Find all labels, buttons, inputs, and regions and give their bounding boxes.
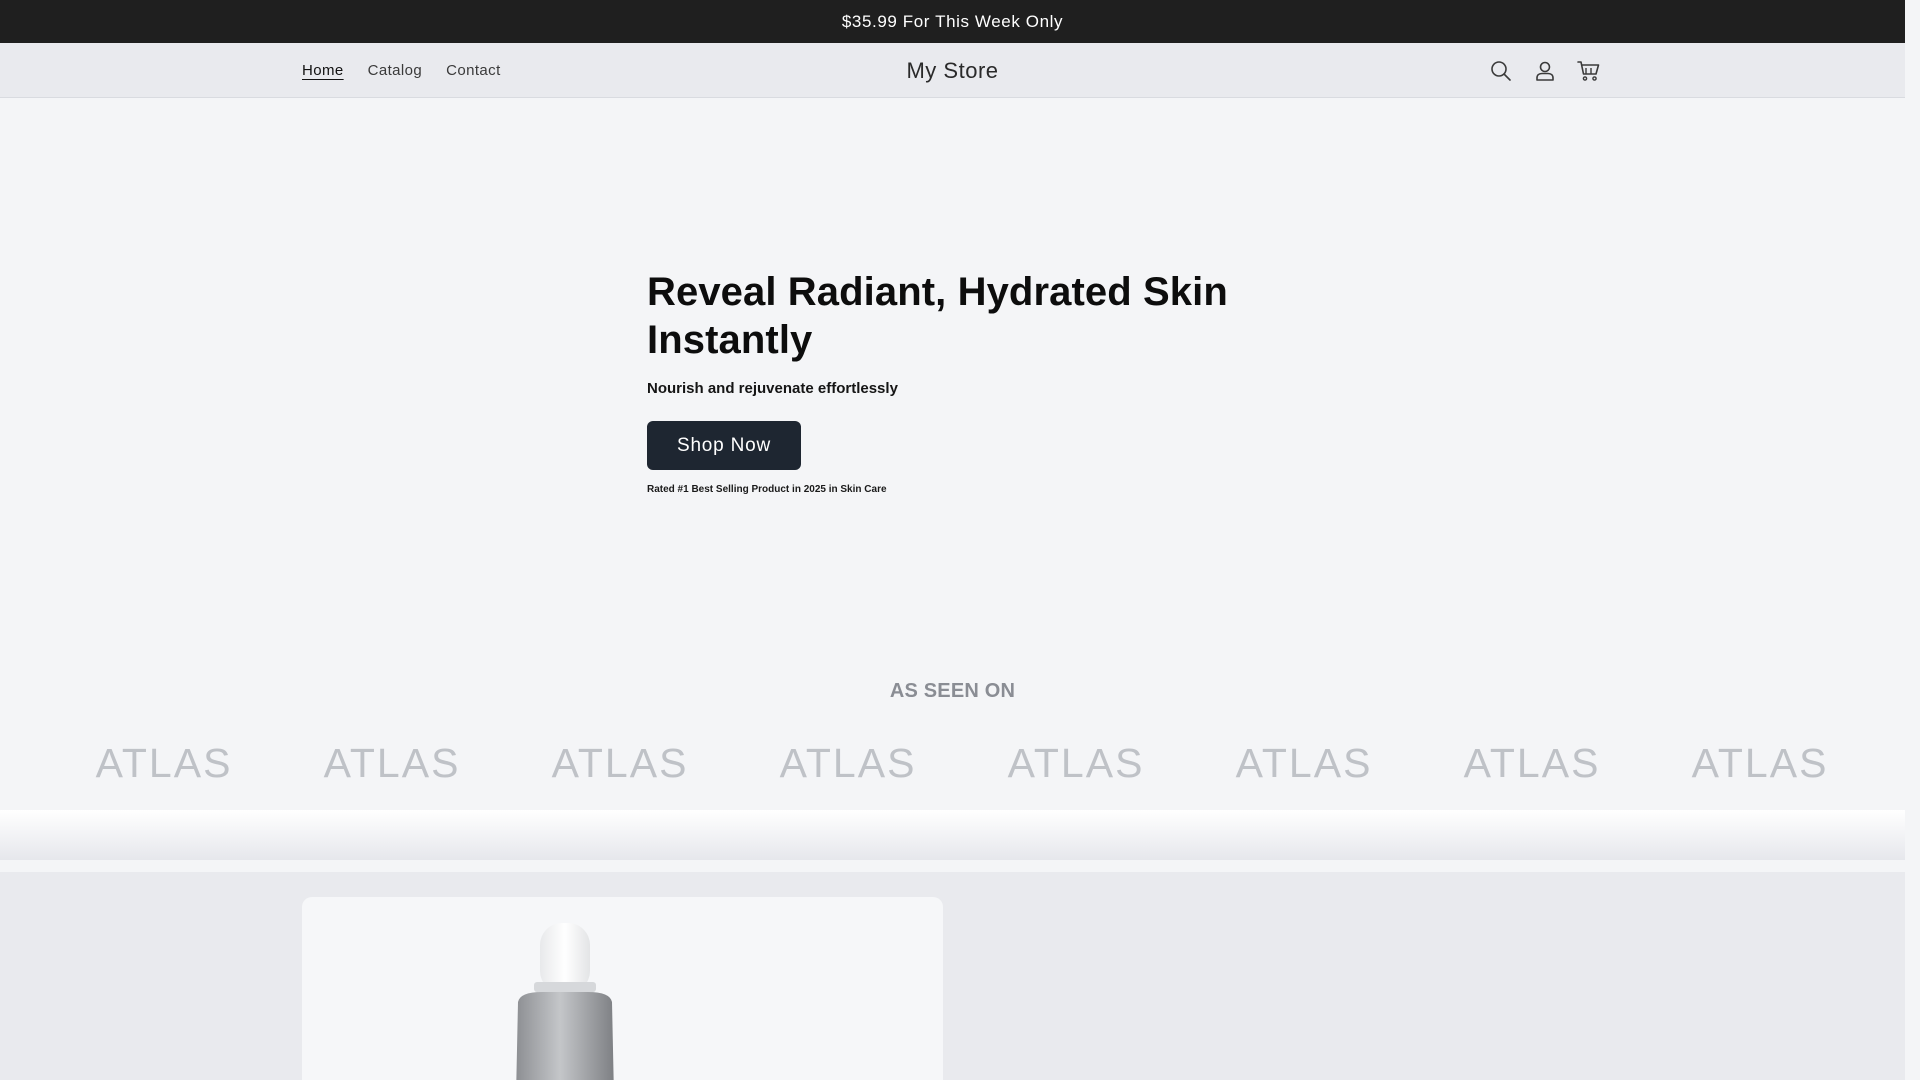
site-header: Home Catalog Contact My Store [0, 43, 1905, 98]
cart-button[interactable] [1576, 58, 1602, 84]
nav-home-link[interactable]: Home [302, 62, 344, 79]
press-logo: ATLAS [95, 740, 233, 786]
search-icon [1491, 60, 1511, 81]
hero-content: Reveal Radiant, Hydrated Skin Instantly … [647, 268, 1267, 495]
press-logo: ATLAS [1007, 740, 1145, 786]
press-logo: ATLAS [1691, 740, 1829, 786]
cart-icon [1577, 60, 1600, 81]
press-logo: ATLAS [551, 740, 689, 786]
press-logo: ATLAS [1235, 740, 1373, 786]
press-logo: ATLAS [1463, 740, 1601, 786]
nav-contact-link[interactable]: Contact [446, 62, 501, 79]
product-card[interactable] [302, 897, 943, 1080]
as-seen-on-title: AS SEEN ON [889, 680, 1016, 702]
store-logo-wrap: My Store [0, 43, 1905, 98]
press-logo: ATLAS [779, 740, 917, 786]
search-button[interactable] [1488, 58, 1514, 84]
main-nav: Home Catalog Contact [302, 43, 501, 98]
shop-now-button[interactable]: Shop Now [647, 421, 801, 470]
store-logo[interactable]: My Store [906, 58, 998, 84]
announcement-text: $35.99 For This Week Only [841, 11, 1064, 31]
hero-title: Reveal Radiant, Hydrated Skin Instantly [647, 270, 1228, 362]
account-icon [1536, 61, 1554, 81]
nav-catalog-link[interactable]: Catalog [368, 62, 423, 79]
account-button[interactable] [1532, 58, 1558, 84]
serum-bottle-image [516, 923, 614, 1080]
announcement-bar: $35.99 For This Week Only [0, 0, 1905, 43]
rating-note: Rated #1 Best Selling Product in 2025 in… [647, 484, 887, 495]
hero-subtitle: Nourish and rejuvenate effortlessly [647, 380, 898, 397]
hero-section: Reveal Radiant, Hydrated Skin Instantly … [0, 98, 1905, 658]
press-logos-row: ATLAS ATLAS ATLAS ATLAS ATLAS ATLAS ATLA… [0, 740, 1905, 790]
header-icons [1488, 43, 1602, 98]
store-page: $35.99 For This Week Only Home Catalog C… [0, 0, 1905, 1080]
product-section [0, 872, 1905, 1080]
press-logo: ATLAS [323, 740, 461, 786]
section-divider [0, 810, 1905, 860]
